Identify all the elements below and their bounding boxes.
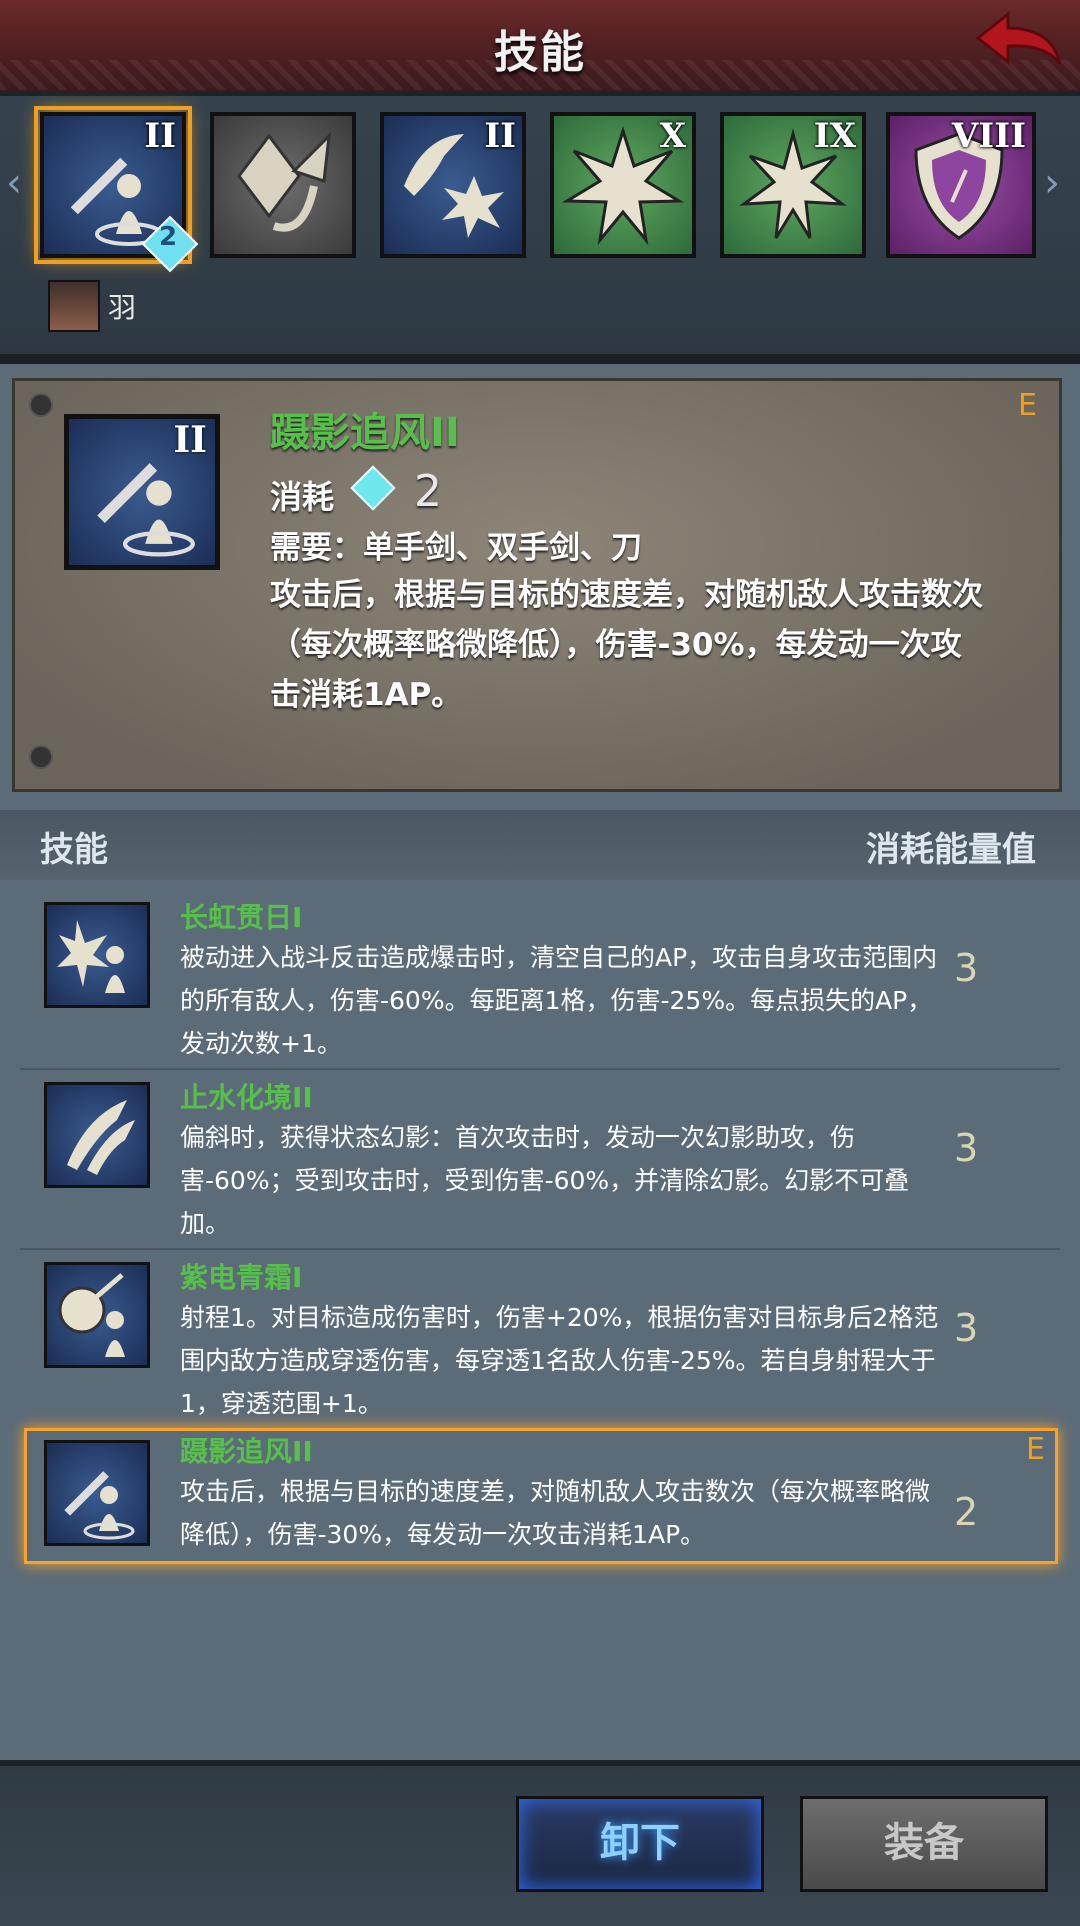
weapon-requirement: 需要：单手剑、双手剑、刀 xyxy=(270,530,642,566)
skill-description: 被动进入战斗反击造成爆击时，清空自己的AP，攻击自身攻击范围内的所有敌人，伤害-… xyxy=(180,943,938,1058)
skill-list-item[interactable]: 长虹贯日I 被动进入战斗反击造成爆击时，清空自己的AP，攻击自身攻击范围内的所有… xyxy=(24,896,1056,1064)
character-name: 羽 xyxy=(108,291,137,324)
skill-description: 攻击后，根据与目标的速度差，对随机敌人攻击数次（每次概率略微降低），伤害-30%… xyxy=(180,1477,931,1549)
detail-skill-name: 蹑影追风II xyxy=(270,410,460,456)
strip-left-arrow-icon[interactable]: ‹ xyxy=(6,160,22,206)
detail-tag: E xyxy=(1018,388,1037,423)
skill-icon-3[interactable]: II xyxy=(380,112,526,258)
bolt-icon xyxy=(29,393,53,417)
skill-icon-4[interactable]: X xyxy=(550,112,696,258)
skill-cost: 3 xyxy=(954,1306,979,1350)
shield-pierce-icon xyxy=(44,1262,150,1368)
skill-cost: 2 xyxy=(954,1490,979,1534)
skill-name: 紫电青霜I xyxy=(180,1261,303,1294)
bolt-icon xyxy=(29,745,53,769)
skill-list-item-selected[interactable]: 蹑影追风II 攻击后，根据与目标的速度差，对随机敌人攻击数次（每次概率略微降低）… xyxy=(24,1432,1056,1560)
unequip-button[interactable]: 卸下 xyxy=(516,1796,764,1892)
skill-description: 射程1。对目标造成伤害时，伤害+20%，根据伤害对目标身后2格范围内敌方造成穿透… xyxy=(180,1303,939,1418)
skill-list-item[interactable]: 止水化境II 偏斜时，获得状态幻影：首次攻击时，发动一次幻影助攻，伤害-60%；… xyxy=(24,1076,1056,1244)
skill-level: VIII xyxy=(951,116,1026,156)
skill-icon-6[interactable]: VIII xyxy=(886,112,1036,258)
back-arrow-icon xyxy=(975,10,1062,66)
skill-icon-5[interactable]: IX xyxy=(720,112,866,258)
skill-description: 偏斜时，获得状态幻影：首次攻击时，发动一次幻影助攻，伤害-60%；受到攻击时，受… xyxy=(180,1123,910,1238)
skill-name: 长虹贯日I xyxy=(180,901,303,934)
skill-tag: E xyxy=(1026,1432,1045,1467)
cost-label: 消耗 xyxy=(270,478,335,516)
skill-level: X xyxy=(659,116,686,156)
strip-divider xyxy=(0,354,1080,364)
equip-button[interactable]: 装备 xyxy=(800,1796,1048,1892)
skill-name: 蹑影追风II xyxy=(180,1435,313,1468)
skill-name: 止水化境II xyxy=(180,1081,313,1114)
list-header-cost: 消耗能量值 xyxy=(866,830,1036,870)
list-header-skill: 技能 xyxy=(40,830,108,870)
back-button[interactable] xyxy=(970,8,1070,78)
skill-level: IX xyxy=(813,116,856,156)
skill-level: II xyxy=(484,116,516,156)
skill-cost: 3 xyxy=(954,946,979,990)
claw-strike-icon xyxy=(44,1082,150,1188)
skill-icon-2[interactable] xyxy=(210,112,356,258)
cost-value: 2 xyxy=(414,466,442,517)
character-avatar[interactable] xyxy=(48,280,100,332)
equipped-count: 2 xyxy=(158,222,178,252)
strip-right-arrow-icon[interactable]: › xyxy=(1044,160,1060,206)
skill-cost: 3 xyxy=(954,1126,979,1170)
detail-skill-icon: II xyxy=(64,414,220,570)
detail-description: 攻击后，根据与目标的速度差，对随机敌人攻击数次（每次概率略微降低），伤害-30%… xyxy=(270,577,983,713)
skill-level: II xyxy=(144,116,176,156)
row-divider xyxy=(20,1068,1060,1070)
row-divider xyxy=(20,1248,1060,1250)
burst-sword-icon xyxy=(44,902,150,1008)
detail-skill-level: II xyxy=(173,419,207,461)
page-title: 技能 xyxy=(494,27,586,78)
skill-list-item[interactable]: 紫电青霜I 射程1。对目标造成伤害时，伤害+20%，根据伤害对目标身后2格范围内… xyxy=(24,1256,1056,1424)
sword-shadow-icon xyxy=(44,1440,150,1546)
crystal-claw-icon xyxy=(237,131,331,232)
